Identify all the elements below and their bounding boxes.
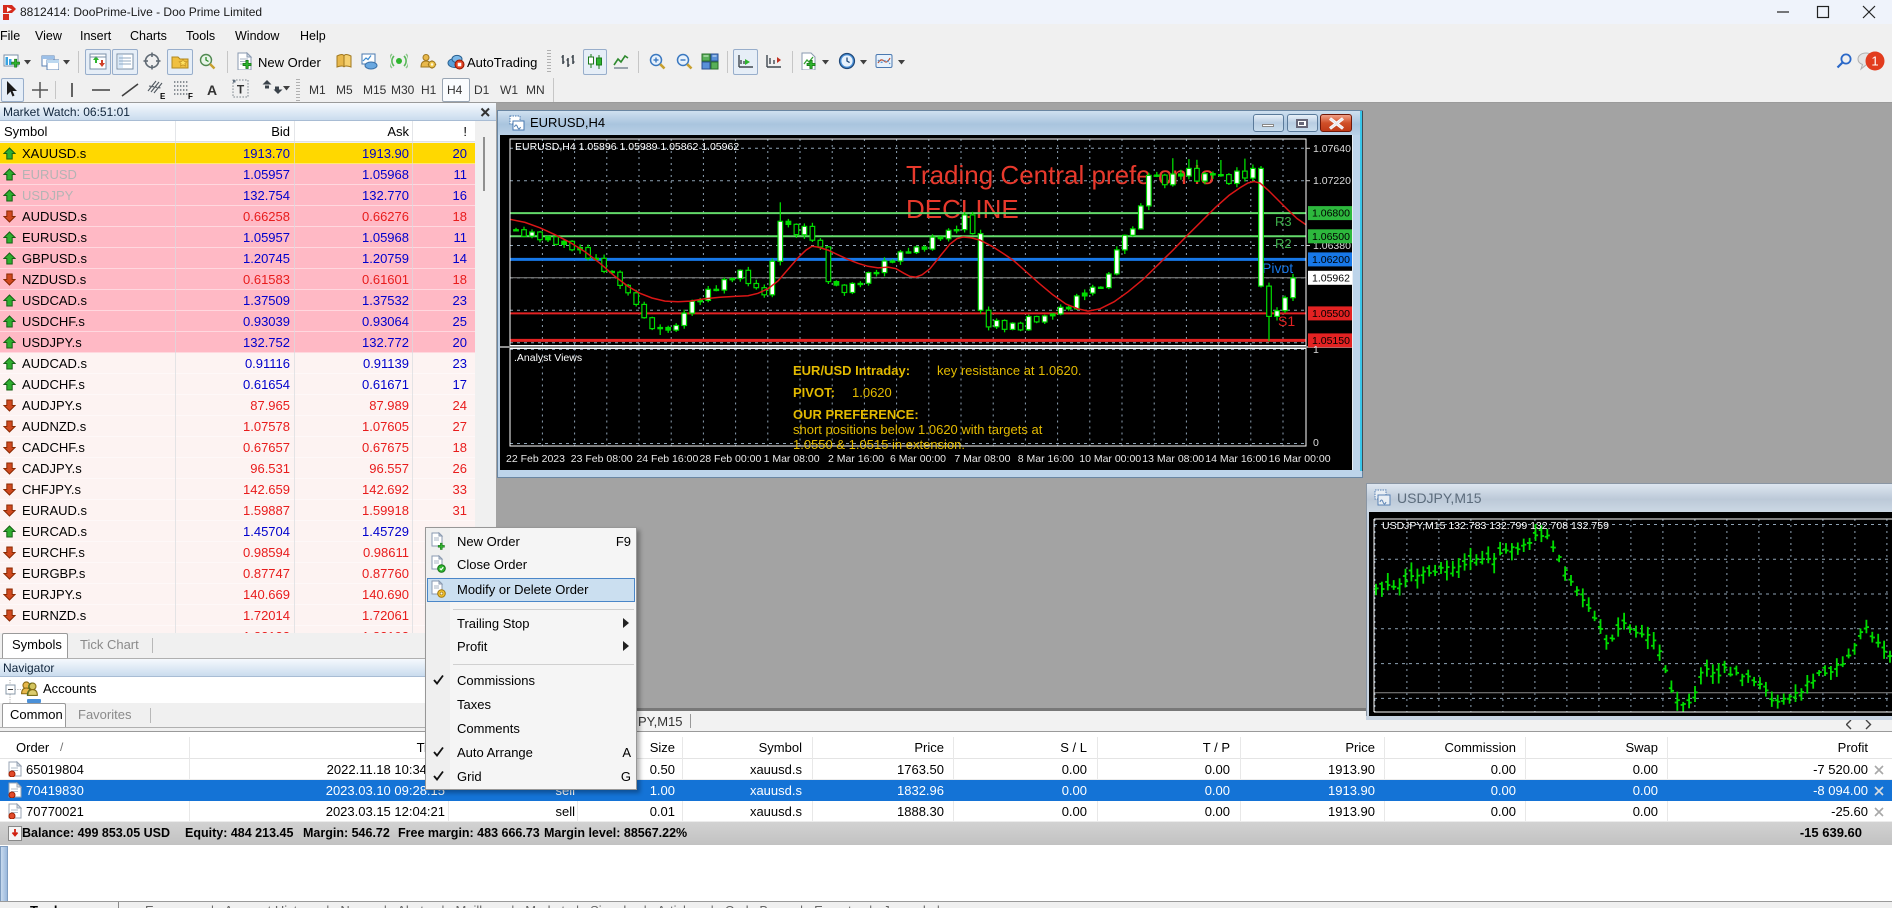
- svg-text:23 Feb 08:00: 23 Feb 08:00: [571, 453, 633, 465]
- svg-text:1.07220: 1.07220: [1313, 175, 1351, 187]
- svg-text:OUR PREFERENCE:: OUR PREFERENCE:: [793, 407, 919, 422]
- svg-text:6 Mar 00:00: 6 Mar 00:00: [890, 453, 946, 465]
- svg-text:short positions below 1.0620 w: short positions below 1.0620 with target…: [793, 422, 1043, 437]
- svg-text:1.06800: 1.06800: [1312, 208, 1350, 220]
- svg-text:0: 0: [1313, 437, 1319, 449]
- svg-text:1.05962: 1.05962: [1312, 272, 1350, 284]
- svg-text:7 Mar 08:00: 7 Mar 08:00: [954, 453, 1010, 465]
- svg-text:key resistance at 1.0620.: key resistance at 1.0620.: [937, 363, 1082, 378]
- svg-text:USDJPY,M15 132.783 132.799 13: USDJPY,M15 132.783 132.799 132.708 132.7…: [1382, 520, 1609, 532]
- svg-text:22 Feb 2023: 22 Feb 2023: [506, 453, 565, 465]
- svg-text:EUR/USD Intraday:: EUR/USD Intraday:: [793, 363, 910, 378]
- svg-text:1.0620: 1.0620: [852, 385, 892, 400]
- svg-text:T: T: [237, 83, 245, 97]
- svg-text:14 Mar 16:00: 14 Mar 16:00: [1205, 453, 1267, 465]
- svg-text:EURUSD,H4 1.05896 1.05989 1.0: EURUSD,H4 1.05896 1.05989 1.05862 1.0596…: [515, 141, 739, 153]
- svg-text:F: F: [188, 92, 193, 101]
- svg-text:1: 1: [1871, 54, 1878, 69]
- svg-text:R3: R3: [1275, 214, 1292, 229]
- svg-text:1 Mar 08:00: 1 Mar 08:00: [764, 453, 820, 465]
- svg-text:28 Feb 00:00: 28 Feb 00:00: [699, 453, 761, 465]
- svg-text:R2: R2: [1275, 236, 1292, 251]
- svg-text:Pivot: Pivot: [1262, 260, 1293, 276]
- svg-text:8 Mar 16:00: 8 Mar 16:00: [1018, 453, 1074, 465]
- svg-text:1.05500: 1.05500: [1312, 308, 1350, 320]
- svg-text:1.0550 & 1.0515 in extension.: 1.0550 & 1.0515 in extension.: [793, 437, 965, 452]
- svg-text:E: E: [160, 92, 166, 101]
- svg-text:S1: S1: [1278, 313, 1295, 329]
- svg-text:16 Mar 00:00: 16 Mar 00:00: [1269, 453, 1331, 465]
- svg-text:10 Mar 00:00: 10 Mar 00:00: [1079, 453, 1141, 465]
- svg-text:1.07640: 1.07640: [1313, 143, 1351, 155]
- svg-text:PIVOT:: PIVOT:: [793, 385, 835, 400]
- svg-text:1.06500: 1.06500: [1312, 231, 1350, 243]
- svg-text:1: 1: [1313, 344, 1319, 356]
- svg-text:Trading Central prefe on lo: Trading Central prefe on lo: [906, 160, 1214, 190]
- svg-text:1.06200: 1.06200: [1312, 254, 1350, 266]
- svg-text:13 Mar 08:00: 13 Mar 08:00: [1142, 453, 1204, 465]
- svg-text:2 Mar 16:00: 2 Mar 16:00: [828, 453, 884, 465]
- svg-text:.Analyst Views: .Analyst Views: [514, 352, 582, 364]
- svg-text:24 Feb 16:00: 24 Feb 16:00: [636, 453, 698, 465]
